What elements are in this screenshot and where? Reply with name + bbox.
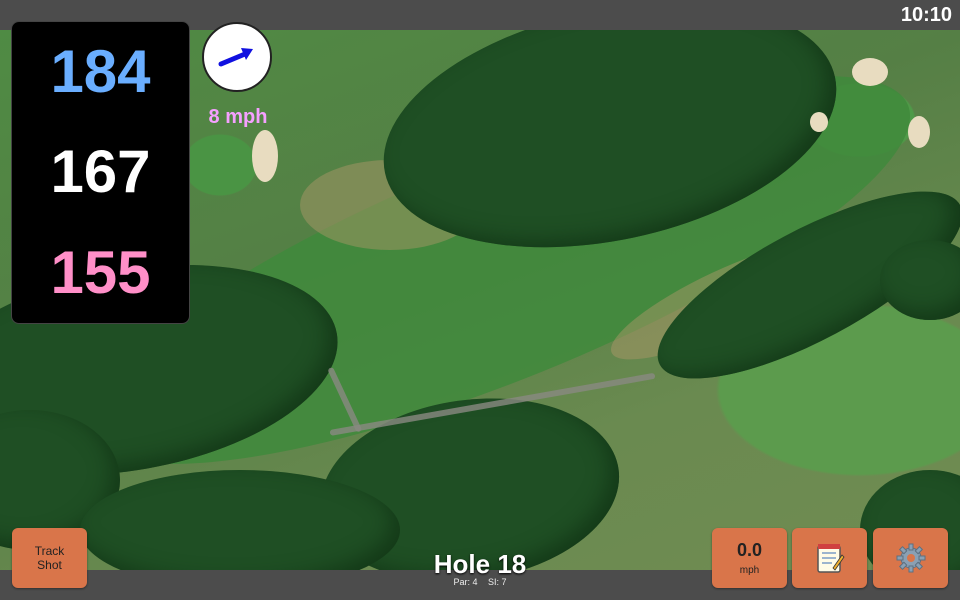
middle-distance: 167 [50, 138, 151, 206]
notes-button[interactable] [792, 528, 867, 588]
wind-direction-arrow-icon [218, 48, 253, 67]
hole-stroke-index: SI: 7 [488, 577, 507, 587]
back-distance: 184 [50, 38, 151, 106]
bunker [852, 58, 888, 86]
speed-value: 0.0 [736, 540, 763, 560]
wind-indicator [202, 22, 272, 92]
bunker [908, 116, 930, 148]
speed-button[interactable]: 0.0 mph [712, 528, 787, 588]
speed-unit: mph [739, 565, 760, 576]
hole-par: Par: 4 [453, 577, 478, 587]
distance-panel: 184 167 155 [11, 21, 190, 324]
gear-icon [896, 543, 925, 573]
bunker [810, 112, 828, 132]
settings-button[interactable] [873, 528, 948, 588]
notepad-icon [816, 544, 845, 573]
clock: 10:10 [900, 4, 952, 26]
bunker [252, 130, 278, 182]
wind-speed: 8 mph [208, 106, 268, 128]
front-distance: 155 [50, 238, 151, 306]
